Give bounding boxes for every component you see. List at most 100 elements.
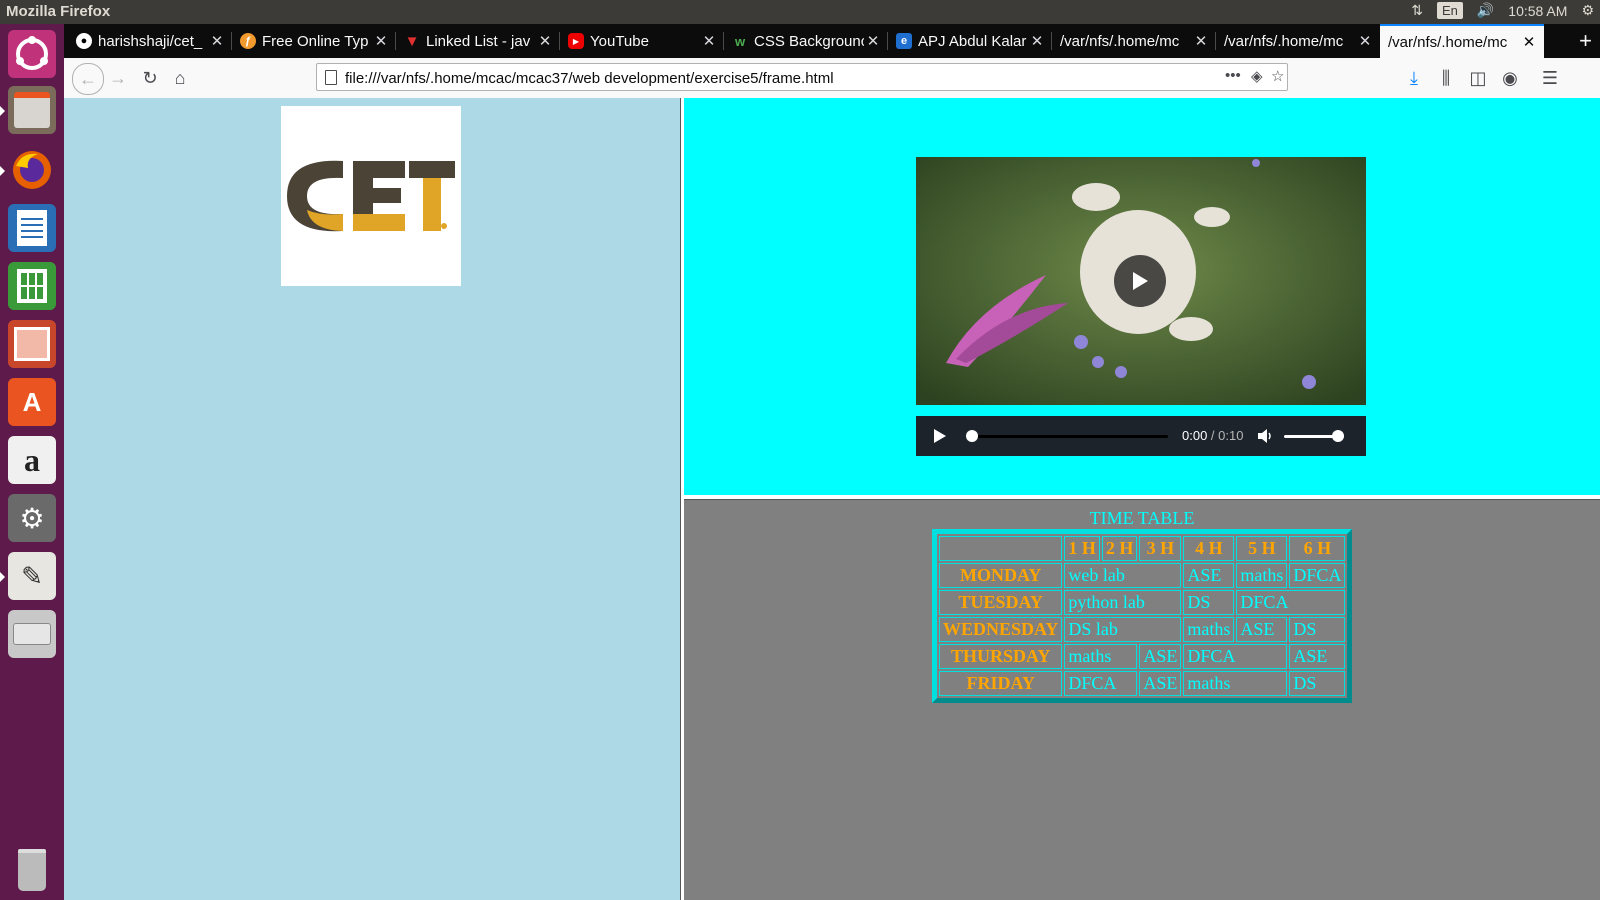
table-row: WEDNESDAY DS lab maths ASE DS: [939, 617, 1346, 642]
timetable-header-cell: 6 H: [1289, 536, 1346, 561]
close-icon[interactable]: ✕: [1192, 32, 1210, 50]
tab[interactable]: ƒ Free Online Typ ✕: [232, 24, 396, 58]
files-icon[interactable]: [8, 86, 56, 134]
tab-label: Linked List - jav: [426, 32, 531, 50]
tab[interactable]: ● harishshaji/cet_ ✕: [68, 24, 232, 58]
timetable-subject-cell: DFCA: [1289, 563, 1346, 588]
volume-slider[interactable]: [1284, 429, 1344, 443]
tab[interactable]: e APJ Abdul Kalar ✕: [888, 24, 1052, 58]
seek-slider-handle[interactable]: [966, 430, 978, 442]
table-row: TUESDAY python lab DS DFCA: [939, 590, 1346, 615]
url-bar[interactable]: ••• ◈ ☆: [316, 63, 1288, 91]
drive-icon[interactable]: [8, 610, 56, 658]
settings-gear-icon[interactable]: ⚙: [1581, 2, 1594, 19]
tab-active[interactable]: /var/nfs/.home/mc ✕: [1380, 24, 1544, 58]
video-controls: 0:00 / 0:10: [916, 416, 1366, 456]
timetable-subject-cell: DFCA: [1236, 590, 1346, 615]
timetable-subject-cell: maths: [1183, 671, 1288, 696]
hamburger-menu-icon[interactable]: ☰: [1538, 66, 1562, 90]
libreoffice-writer-icon[interactable]: [8, 204, 56, 252]
system-settings-icon[interactable]: ⚙: [8, 494, 56, 542]
libreoffice-calc-icon[interactable]: [8, 262, 56, 310]
table-row: THURSDAY maths ASE DFCA ASE: [939, 644, 1346, 669]
tab[interactable]: w CSS Backgrounc ✕: [724, 24, 888, 58]
ubuntu-dash-icon[interactable]: [8, 30, 56, 78]
tab[interactable]: /var/nfs/.home/mc ✕: [1216, 24, 1380, 58]
speaker-icon: [1258, 429, 1271, 443]
amazon-icon[interactable]: a: [8, 436, 56, 484]
time-separator: /: [1207, 428, 1219, 443]
volume-slider-handle[interactable]: [1332, 430, 1344, 442]
window-title: Mozilla Firefox: [6, 3, 111, 20]
system-tray: ⇅ En 🔊 10:58 AM ⚙: [1411, 2, 1594, 19]
close-icon[interactable]: ✕: [864, 32, 882, 50]
video-player[interactable]: [916, 157, 1366, 405]
close-icon[interactable]: ✕: [536, 32, 554, 50]
bookmark-star-icon[interactable]: ☆: [1271, 67, 1284, 85]
timetable-header-cell: 1 H: [1064, 536, 1100, 561]
close-icon[interactable]: ✕: [700, 32, 718, 50]
pocket-icon[interactable]: ◈: [1251, 67, 1263, 85]
timetable-subject-cell: python lab: [1064, 590, 1182, 615]
timetable-header-cell: 5 H: [1236, 536, 1288, 561]
time-display: 0:00 / 0:10: [1182, 428, 1243, 443]
libreoffice-impress-icon[interactable]: [8, 320, 56, 368]
page-actions-more-icon[interactable]: •••: [1225, 67, 1241, 84]
keyboard-layout-indicator[interactable]: En: [1436, 2, 1463, 19]
volume-icon[interactable]: 🔊: [1477, 2, 1494, 19]
sidebar-icon[interactable]: ◫: [1466, 66, 1490, 90]
firefox-icon[interactable]: [8, 146, 56, 194]
clock[interactable]: 10:58 AM: [1508, 3, 1567, 19]
forward-arrow-icon[interactable]: →: [106, 66, 130, 90]
close-icon[interactable]: ✕: [1028, 32, 1046, 50]
new-tab-plus-icon[interactable]: +: [1579, 28, 1592, 54]
trash-icon[interactable]: [8, 846, 56, 894]
play-button[interactable]: [932, 427, 948, 450]
seek-slider[interactable]: [966, 429, 1168, 443]
home-icon[interactable]: ⌂: [168, 66, 192, 90]
timetable-day-cell: MONDAY: [939, 563, 1063, 588]
timetable-day-cell: WEDNESDAY: [939, 617, 1063, 642]
navigation-toolbar: ← → ↻ ⌂ ••• ◈ ☆ ⤓ ⫼ ◫ ◉ ☰: [64, 58, 1600, 99]
tab[interactable]: ▶ YouTube ✕: [560, 24, 724, 58]
close-icon[interactable]: ✕: [1356, 32, 1374, 50]
tab[interactable]: ▼ Linked List - jav ✕: [396, 24, 560, 58]
youtube-icon: ▶: [568, 33, 584, 49]
close-icon[interactable]: ✕: [1520, 33, 1538, 51]
timetable-subject-cell: ASE: [1183, 563, 1235, 588]
mute-button[interactable]: [1256, 427, 1274, 450]
tab-label: harishshaji/cet_: [98, 32, 203, 50]
url-input[interactable]: [343, 67, 1207, 89]
play-overlay-button[interactable]: [1114, 255, 1166, 307]
timetable: 1 H2 H3 H4 H5 H6 H MONDAY web lab ASE maths…: [932, 529, 1353, 703]
downloads-icon[interactable]: ⤓: [1402, 66, 1426, 90]
table-row: MONDAY web lab ASE maths DFCA: [939, 563, 1346, 588]
play-icon: [1133, 272, 1148, 290]
network-icon[interactable]: ⇅: [1411, 2, 1423, 19]
tab-label: /var/nfs/.home/mc: [1388, 33, 1508, 51]
library-icon[interactable]: ⫼: [1434, 66, 1458, 90]
timetable-subject-cell: maths: [1236, 563, 1288, 588]
close-icon[interactable]: ✕: [372, 32, 390, 50]
account-icon[interactable]: ◉: [1498, 66, 1522, 90]
tab[interactable]: /var/nfs/.home/mc ✕: [1052, 24, 1216, 58]
text-editor-icon[interactable]: ✎: [8, 552, 56, 600]
play-icon: [934, 429, 946, 443]
running-indicator-icon: [0, 166, 5, 176]
tab-label: CSS Backgrounc: [754, 32, 864, 50]
w3schools-icon: w: [734, 33, 746, 49]
timetable-subject-cell: ASE: [1236, 617, 1288, 642]
timetable-header-row: 1 H2 H3 H4 H5 H6 H: [939, 536, 1346, 561]
close-icon[interactable]: ✕: [208, 32, 226, 50]
software-center-icon[interactable]: A: [8, 378, 56, 426]
timetable-subject-cell: DS: [1183, 590, 1235, 615]
reload-icon[interactable]: ↻: [138, 66, 162, 90]
tab-strip: ● harishshaji/cet_ ✕ ƒ Free Online Typ ✕…: [64, 24, 1600, 58]
cet-logo: [281, 106, 461, 286]
page-icon: [325, 70, 337, 85]
current-time: 0:00: [1182, 428, 1208, 443]
timetable-subject-cell: DFCA: [1064, 671, 1138, 696]
back-arrow-icon[interactable]: ←: [72, 63, 104, 95]
timetable-subject-cell: ASE: [1139, 671, 1182, 696]
edge-icon: e: [896, 33, 912, 49]
